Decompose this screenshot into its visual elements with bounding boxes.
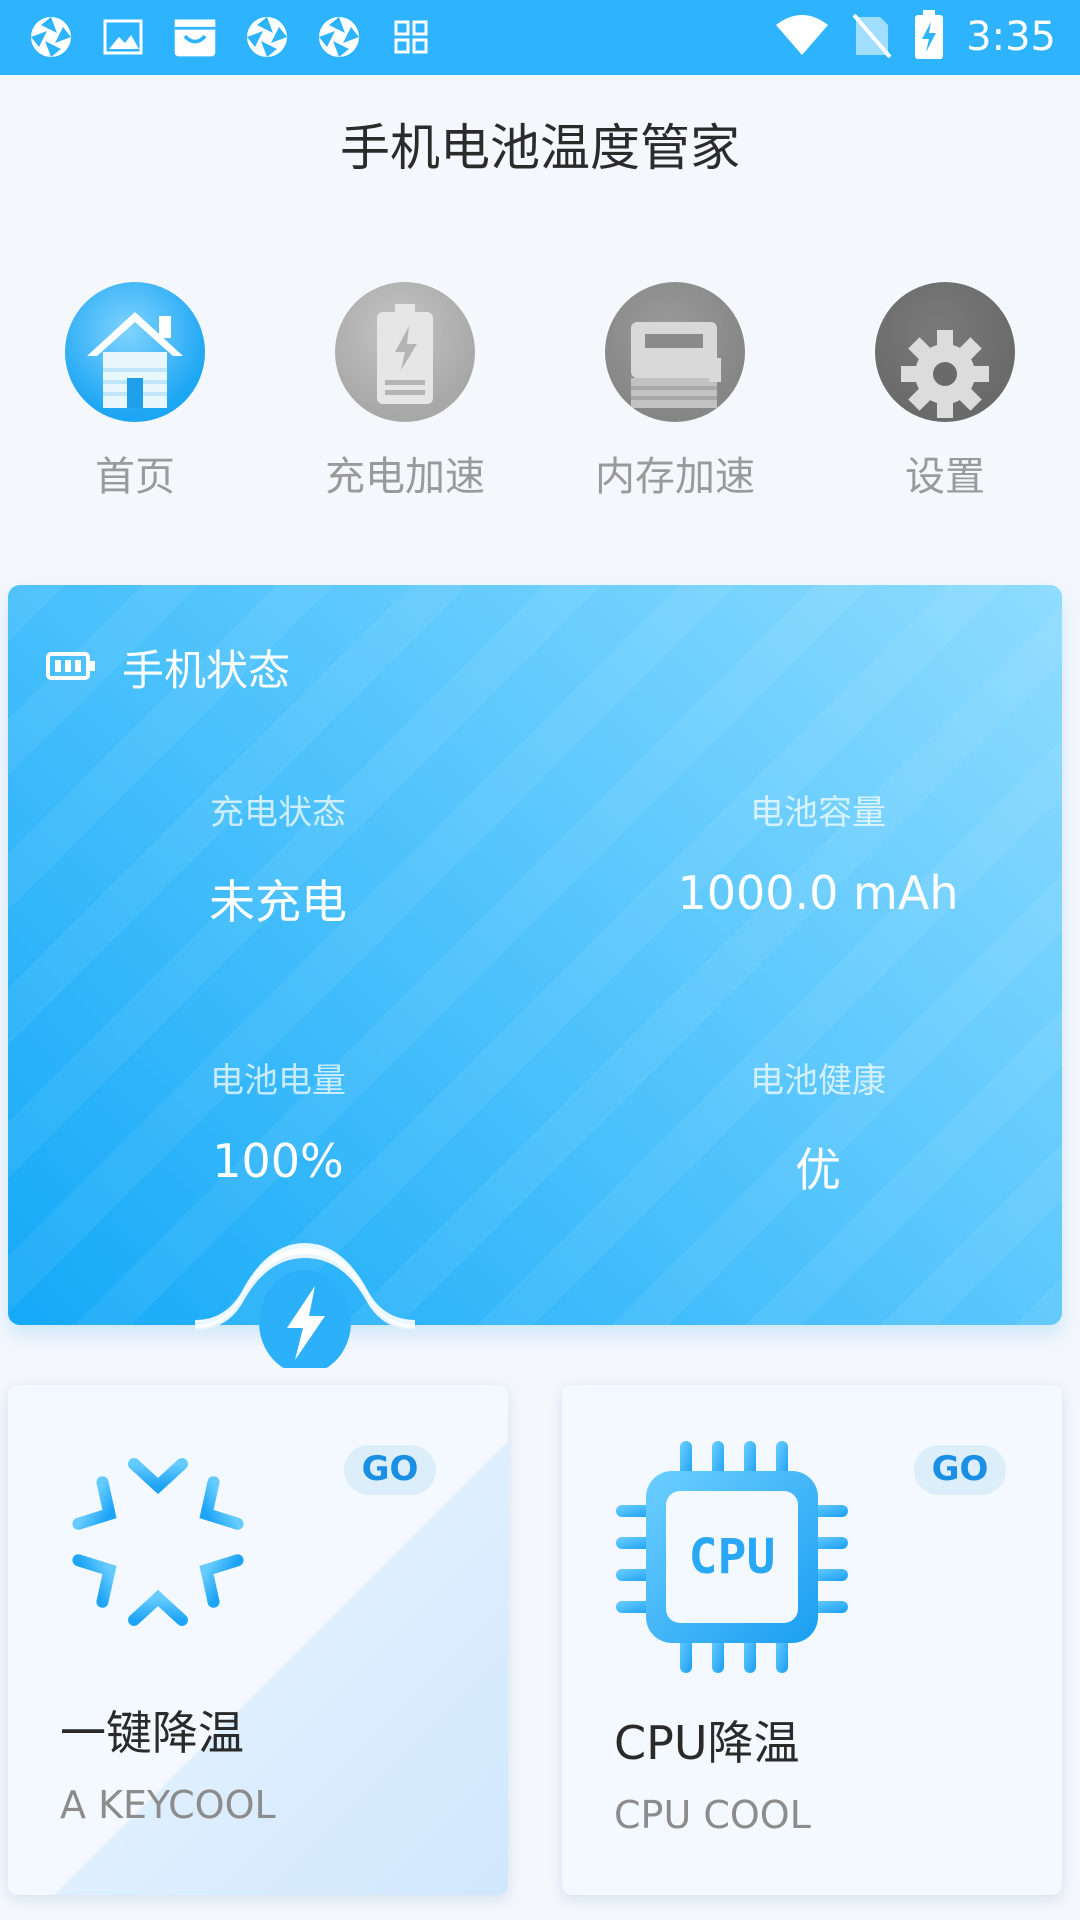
lightning-icon <box>259 1270 351 1374</box>
go-badge[interactable]: GO <box>342 1443 438 1497</box>
cpu-cool-subtitle: CPU COOL <box>614 1793 811 1837</box>
one-key-cool-title: 一键降温 <box>60 1706 244 1760</box>
home-icon <box>65 282 205 422</box>
chip-label: CPU <box>689 1529 776 1585</box>
gear-icon <box>875 282 1015 422</box>
battery-capacity-value: 1000.0 mAh <box>677 866 959 920</box>
battery-level-cell: 电池电量 100% <box>18 1053 538 1188</box>
phone-status-card: 手机状态 充电状态 未充电 电池容量 1000.0 mAh 电池电量 100% … <box>8 585 1062 1325</box>
nav-label-memory-boost: 内存加速 <box>595 454 755 500</box>
charge-status-label: 充电状态 <box>210 793 346 833</box>
battery-health-cell: 电池健康 优 <box>558 1053 1078 1200</box>
no-sim-icon <box>852 11 892 63</box>
top-navigation: 首页 充电加速 内存加速 设置 <box>0 280 1080 500</box>
battery-icon <box>46 651 96 685</box>
image-icon <box>100 12 146 62</box>
charge-status-cell: 充电状态 未充电 <box>18 785 538 932</box>
nav-item-charge-boost[interactable]: 充电加速 <box>295 280 515 502</box>
battery-capacity-label: 电池容量 <box>750 793 886 833</box>
grid-icon <box>388 12 434 62</box>
app-shutter-icon <box>244 12 290 62</box>
status-time: 3:35 <box>966 14 1056 60</box>
status-card-header: 手机状态 <box>46 637 290 698</box>
nav-label-home: 首页 <box>95 454 175 500</box>
battery-level-value: 100% <box>212 1134 344 1188</box>
nav-item-home[interactable]: 首页 <box>25 280 245 502</box>
one-key-cool-subtitle: A KEYCOOL <box>60 1783 276 1827</box>
battery-charging-icon <box>914 10 944 64</box>
nav-item-memory-boost[interactable]: 内存加速 <box>565 280 785 502</box>
nav-label-charge-boost: 充电加速 <box>325 454 485 500</box>
wifi-icon <box>774 13 830 61</box>
status-bar: 3:35 <box>0 0 1080 75</box>
app-shutter-icon <box>316 12 362 62</box>
go-badge-text: GO <box>361 1449 419 1489</box>
cpu-cool-card[interactable]: GO CPU CPU降温 CPU COOL <box>562 1385 1062 1895</box>
nav-item-settings[interactable]: 设置 <box>835 280 1055 502</box>
store-icon <box>172 12 218 62</box>
memory-card-icon <box>605 282 745 422</box>
battery-capacity-cell: 电池容量 1000.0 mAh <box>558 785 1078 920</box>
battery-level-label: 电池电量 <box>210 1061 346 1101</box>
go-badge-text: GO <box>931 1449 989 1489</box>
cpu-chip-icon: CPU <box>612 1437 852 1681</box>
cpu-cool-title: CPU降温 <box>614 1716 800 1770</box>
charge-status-value: 未充电 <box>209 875 347 929</box>
one-key-cool-card[interactable]: GO 一键降温 A KEYCOOL <box>8 1385 508 1895</box>
battery-health-label: 电池健康 <box>750 1061 886 1101</box>
lightning-notch[interactable] <box>195 1238 415 1374</box>
battery-charge-icon <box>335 282 475 422</box>
app-title: 手机电池温度管家 <box>340 119 740 177</box>
battery-health-value: 优 <box>795 1143 841 1197</box>
status-card-title: 手机状态 <box>122 646 291 695</box>
go-badge[interactable]: GO <box>912 1443 1008 1497</box>
app-shutter-icon <box>28 12 74 62</box>
snowflake-icon <box>58 1437 258 1651</box>
nav-label-settings: 设置 <box>905 454 985 500</box>
